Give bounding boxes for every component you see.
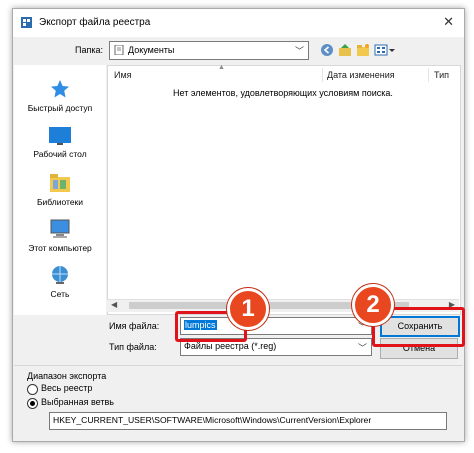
place-label: Этот компьютер [28, 243, 92, 253]
place-network[interactable]: Сеть [14, 265, 106, 299]
new-folder-icon[interactable] [356, 43, 370, 57]
column-divider [428, 68, 429, 82]
places-bar: Быстрый доступ Рабочий стол Библиотеки Э… [14, 65, 106, 315]
export-range-title: Диапазон экспорта [27, 371, 107, 381]
place-libraries[interactable]: Библиотеки [14, 173, 106, 207]
place-this-pc[interactable]: Этот компьютер [14, 219, 106, 253]
column-header-date[interactable]: Дата изменения [327, 70, 395, 80]
file-type-label: Тип файла: [109, 342, 157, 352]
place-label: Быстрый доступ [27, 103, 93, 113]
sort-up-icon: ▲ [218, 64, 225, 71]
divider [14, 365, 463, 366]
view-menu-icon[interactable] [374, 43, 396, 57]
libraries-icon [50, 174, 70, 192]
column-header-type[interactable]: Тип [434, 70, 449, 80]
documents-icon [114, 45, 124, 55]
network-icon [52, 266, 68, 284]
place-desktop[interactable]: Рабочий стол [14, 127, 106, 159]
step-badge-1: 1 [227, 288, 269, 330]
star-icon [51, 80, 69, 98]
computer-icon [50, 219, 70, 238]
branch-path-input[interactable]: HKEY_CURRENT_USER\SOFTWARE\Microsoft\Win… [49, 412, 447, 430]
step-badge-2: 2 [352, 284, 394, 326]
column-header-name[interactable]: Имя [114, 70, 132, 80]
file-type-value: Файлы реестра (*.reg) [184, 341, 277, 351]
branch-path-value: HKEY_CURRENT_USER\SOFTWARE\Microsoft\Win… [53, 415, 372, 425]
file-list[interactable]: Имя ▲ Дата изменения Тип Нет элементов, … [107, 64, 461, 315]
export-dialog: Экспорт файла реестра ✕ Папка: Документы… [12, 8, 465, 442]
back-icon[interactable] [320, 43, 334, 57]
chevron-down-icon: ﹀ [294, 46, 304, 56]
empty-message: Нет элементов, удовлетворяющих условиям … [173, 88, 393, 98]
window-title: Экспорт файла реестра [39, 17, 151, 28]
folder-dropdown[interactable]: Документы ﹀ [109, 41, 309, 60]
title-bar: Экспорт файла реестра ✕ [13, 9, 464, 37]
column-divider [322, 68, 323, 82]
place-quick-access[interactable]: Быстрый доступ [14, 79, 106, 113]
scroll-left-icon[interactable]: ◀ [111, 300, 117, 309]
folder-label: Папка: [75, 45, 103, 55]
file-name-label: Имя файла: [109, 321, 160, 331]
radio-all-registry[interactable] [27, 384, 38, 395]
place-label: Рабочий стол [33, 149, 87, 159]
radio-selected-branch[interactable] [27, 398, 38, 409]
desktop-icon [49, 127, 71, 145]
registry-app-icon [21, 17, 32, 28]
close-icon[interactable]: ✕ [443, 14, 454, 30]
chevron-down-icon: ﹀ [357, 343, 367, 353]
radio-selected-branch-label[interactable]: Выбранная ветвь [41, 397, 114, 407]
folder-value: Документы [128, 45, 175, 55]
radio-all-registry-label[interactable]: Весь реестр [41, 383, 92, 393]
place-label: Сеть [50, 289, 70, 299]
up-folder-icon[interactable] [338, 43, 352, 57]
place-label: Библиотеки [36, 197, 84, 207]
